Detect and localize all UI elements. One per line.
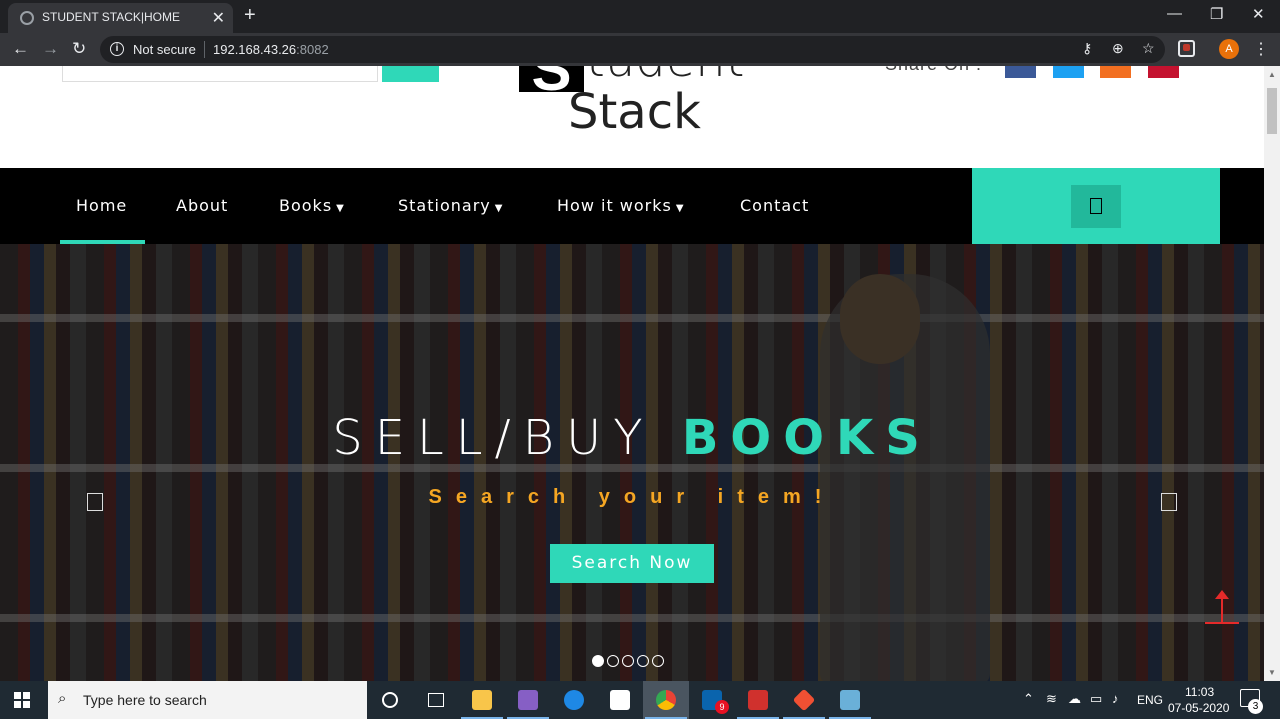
battery-icon[interactable]: ▭	[1090, 691, 1102, 707]
scroll-up-icon[interactable]: ▲	[1268, 70, 1276, 79]
address-bar[interactable]: i Not secure 192.168.43.26:8082 ⚷ ⊕ ☆	[100, 36, 1165, 63]
back-to-top-icon[interactable]	[1205, 590, 1239, 626]
carousel-next-icon[interactable]	[1161, 493, 1177, 511]
browser-toolbar: ← → ↻ i Not secure 192.168.43.26:8082 ⚷ …	[0, 33, 1280, 66]
twitter-icon[interactable]	[1053, 66, 1084, 78]
carousel-dot[interactable]	[592, 655, 604, 667]
clock-date[interactable]: 07-05-2020	[1168, 701, 1229, 715]
chevron-up-icon[interactable]: ⌃	[1023, 691, 1034, 707]
notification-badge: 3	[1248, 699, 1263, 714]
close-tab-icon[interactable]: ✕	[212, 8, 225, 28]
chrome-icon[interactable]	[643, 681, 689, 719]
taskbar-search-box[interactable]: ⌕ Type here to search	[48, 681, 367, 719]
search-now-button[interactable]: Search Now	[550, 544, 714, 583]
close-window-button[interactable]: ✕	[1252, 5, 1265, 23]
star-icon[interactable]: ☆	[1142, 40, 1155, 57]
main-nav: Home About Books ▼ Stationary ▼ How it wor…	[0, 168, 1264, 244]
carousel-dot[interactable]	[607, 655, 619, 667]
nav-item-contact[interactable]: Contact	[740, 196, 809, 215]
cloud-icon[interactable]: ☁	[1068, 691, 1081, 707]
url-text[interactable]: 192.168.43.26:8082	[213, 42, 329, 57]
key-icon[interactable]: ⚷	[1082, 40, 1092, 57]
scroll-thumb[interactable]	[1267, 88, 1277, 134]
file-explorer-icon[interactable]	[459, 681, 505, 719]
profile-avatar[interactable]: A	[1219, 39, 1239, 59]
nav-item-home[interactable]: Home	[76, 196, 127, 215]
site-header: S tudent Stack Share On :	[0, 66, 1264, 168]
network-icon[interactable]: ≋	[1046, 691, 1057, 707]
outlook-badge: 9	[715, 700, 729, 714]
volume-icon[interactable]: ♪	[1112, 691, 1119, 706]
cart-button[interactable]	[1071, 185, 1121, 228]
hero-title: SELL/BUY BOOKS	[332, 410, 932, 466]
extension-icon[interactable]	[1178, 40, 1195, 57]
hero-title-accent: BOOKS	[681, 410, 932, 466]
site-search-button[interactable]	[382, 66, 439, 82]
globe-icon	[20, 11, 34, 25]
info-icon[interactable]: i	[110, 42, 124, 56]
caret-down-icon: ▼	[336, 203, 345, 214]
page-scrollbar[interactable]: ▲ ▼	[1264, 66, 1280, 681]
windows-taskbar: ⌕ Type here to search 9 ⌃ ≋ ☁ ▭ ♪ ENG 11…	[0, 681, 1280, 719]
search-icon: ⌕	[58, 690, 67, 707]
zoom-icon[interactable]: ⊕	[1112, 40, 1124, 57]
taskbar-search-placeholder: Type here to search	[83, 692, 207, 708]
facebook-icon[interactable]	[1005, 66, 1036, 78]
task-view-icon[interactable]	[413, 681, 459, 719]
pinterest-icon[interactable]	[1148, 66, 1179, 78]
back-arrow-icon[interactable]: ←	[12, 39, 29, 59]
site-search-input[interactable]	[62, 66, 378, 82]
carousel-dot[interactable]	[622, 655, 634, 667]
outlook-icon[interactable]: 9	[689, 681, 735, 719]
carousel-dot[interactable]	[637, 655, 649, 667]
carousel-indicators	[592, 654, 667, 672]
language-indicator[interactable]: ENG	[1137, 693, 1163, 707]
hero-carousel: SELL/BUY BOOKS Search your item! Search …	[0, 244, 1264, 681]
hero-subtitle: Search your item!	[428, 486, 836, 508]
caret-down-icon: ▼	[675, 203, 685, 214]
app-icon-git[interactable]	[781, 681, 827, 719]
web-page: S tudent Stack Share On : Home About Boo…	[0, 66, 1264, 681]
cortana-icon[interactable]	[367, 681, 413, 719]
new-tab-button[interactable]: +	[244, 4, 256, 27]
nav-item-stationary[interactable]: Stationary ▼	[398, 196, 503, 215]
app-icon-blue[interactable]	[827, 681, 873, 719]
caret-down-icon: ▼	[494, 203, 504, 214]
nav-item-how-it-works[interactable]: How it works ▼	[557, 196, 685, 215]
tab-title: STUDENT STACK|HOME	[42, 10, 181, 24]
forward-arrow-icon[interactable]: →	[42, 39, 59, 59]
menu-icon[interactable]: ⋮	[1253, 39, 1269, 59]
browser-tab[interactable]: STUDENT STACK|HOME ✕	[8, 3, 233, 33]
carousel-prev-icon[interactable]	[87, 493, 103, 511]
not-secure-label: Not secure	[133, 42, 196, 57]
logo-text-bottom: Stack	[568, 84, 701, 140]
cart-area	[972, 168, 1220, 244]
app-icon-red[interactable]	[735, 681, 781, 719]
cart-icon	[1090, 198, 1102, 214]
browser-tab-bar: STUDENT STACK|HOME ✕ + — ❐ ✕	[0, 0, 1280, 33]
edge-icon[interactable]	[551, 681, 597, 719]
store-icon[interactable]	[597, 681, 643, 719]
clock-time[interactable]: 11:03	[1185, 685, 1214, 699]
reload-icon[interactable]: ↻	[72, 39, 86, 59]
nav-item-about[interactable]: About	[176, 196, 228, 215]
restore-button[interactable]: ❐	[1210, 5, 1223, 23]
windows-start-icon[interactable]	[14, 692, 30, 708]
minimize-button[interactable]: —	[1167, 5, 1182, 22]
carousel-dot[interactable]	[652, 655, 664, 667]
divider	[204, 41, 205, 58]
nav-item-books[interactable]: Books ▼	[279, 196, 345, 215]
visual-studio-icon[interactable]	[505, 681, 551, 719]
share-label: Share On :	[885, 66, 982, 75]
rss-icon[interactable]	[1100, 66, 1131, 78]
scroll-down-icon[interactable]: ▼	[1268, 668, 1276, 677]
